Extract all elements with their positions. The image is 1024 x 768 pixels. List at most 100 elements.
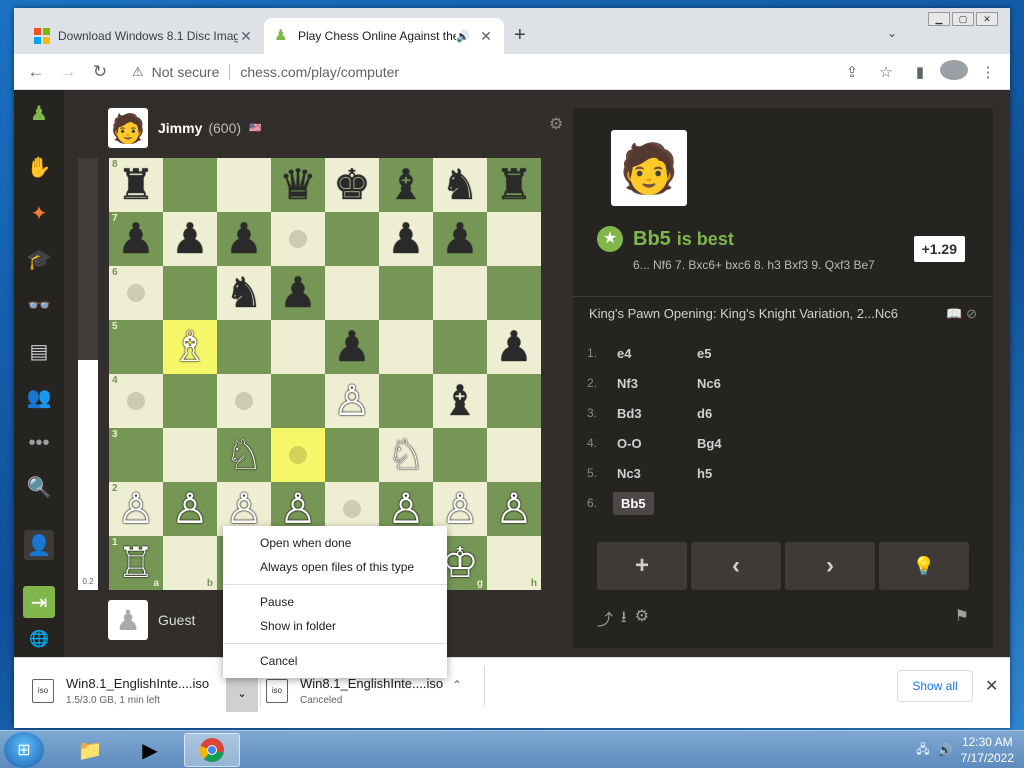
tab-chess[interactable]: ♟ Play Chess Online Against the 🔊 ✕	[264, 18, 504, 54]
board-square-d3[interactable]	[271, 428, 325, 482]
board-square-g5[interactable]	[433, 320, 487, 374]
player-name[interactable]: Jimmy	[158, 120, 202, 136]
board-square-a7[interactable]: ♟ 7	[109, 212, 163, 266]
watch-icon[interactable]: 👓	[26, 292, 52, 318]
chess-logo-icon[interactable]: ♟	[26, 100, 52, 126]
address-bar[interactable]: ⚠ Not secure chess.com/play/computer	[122, 58, 832, 86]
menu-item-cancel[interactable]: Cancel	[223, 649, 447, 673]
chess-piece[interactable]: ♝	[387, 164, 425, 206]
share-icon[interactable]: ⇪	[838, 63, 866, 81]
white-move[interactable]: Bb5	[613, 491, 654, 515]
board-square-b1[interactable]: b	[163, 536, 217, 590]
puzzles-icon[interactable]: ✦	[26, 200, 52, 226]
board-square-a5[interactable]: 5	[109, 320, 163, 374]
chess-piece[interactable]: ♙	[279, 488, 317, 530]
profile-avatar[interactable]	[940, 60, 968, 84]
chess-piece[interactable]: ♙	[495, 488, 533, 530]
more-icon[interactable]: •••	[26, 430, 52, 456]
board-square-a6[interactable]: 6	[109, 266, 163, 320]
avatar[interactable]: 🧑	[108, 108, 148, 148]
board-square-b5[interactable]: ♗	[163, 320, 217, 374]
board-square-h4[interactable]	[487, 374, 541, 428]
board-square-a1[interactable]: ♖ 1 a	[109, 536, 163, 590]
board-square-e7[interactable]	[325, 212, 379, 266]
previous-move-button[interactable]: ‹	[691, 542, 781, 590]
board-square-b7[interactable]: ♟	[163, 212, 217, 266]
chess-piece[interactable]: ♛	[279, 164, 317, 206]
board-square-c7[interactable]: ♟	[217, 212, 271, 266]
resign-flag-icon[interactable]: ⚑	[955, 606, 969, 626]
board-square-g4[interactable]: ♝	[433, 374, 487, 428]
close-icon[interactable]: ✕	[985, 676, 998, 696]
book-compass-icons[interactable]: 📖 ⊘	[946, 306, 977, 322]
reload-icon[interactable]: ↻	[84, 62, 116, 82]
board-square-d6[interactable]: ♟	[271, 266, 325, 320]
board-square-f4[interactable]	[379, 374, 433, 428]
board-square-b8[interactable]	[163, 158, 217, 212]
menu-item-pause[interactable]: Pause	[223, 590, 447, 614]
board-square-g8[interactable]: ♞	[433, 158, 487, 212]
chess-piece[interactable]: ♗	[171, 326, 209, 368]
menu-item-show-in-folder[interactable]: Show in folder	[223, 614, 447, 638]
board-square-f6[interactable]	[379, 266, 433, 320]
network-icon[interactable]: 🖧	[916, 740, 929, 761]
chess-piece[interactable]: ♜	[495, 164, 533, 206]
board-square-a2[interactable]: ♙ 2	[109, 482, 163, 536]
board-square-d8[interactable]: ♛	[271, 158, 325, 212]
signup-icon[interactable]: 👤	[24, 530, 54, 560]
url-text[interactable]: chess.com/play/computer	[240, 64, 399, 80]
chess-piece[interactable]: ♘	[225, 434, 263, 476]
board-square-e3[interactable]	[325, 428, 379, 482]
close-tab-icon[interactable]: ✕	[238, 28, 254, 45]
start-button[interactable]: ⊞	[4, 732, 44, 768]
board-square-h2[interactable]: ♙	[487, 482, 541, 536]
chess-piece[interactable]: ♟	[225, 218, 263, 260]
board-square-c5[interactable]	[217, 320, 271, 374]
gear-icon[interactable]: ⚙	[549, 114, 563, 134]
board-square-d7[interactable]	[271, 212, 325, 266]
board-square-d5[interactable]	[271, 320, 325, 374]
board-square-h6[interactable]	[487, 266, 541, 320]
board-square-b6[interactable]	[163, 266, 217, 320]
chess-piece[interactable]: ♞	[225, 272, 263, 314]
board-square-f5[interactable]	[379, 320, 433, 374]
news-icon[interactable]: ▤	[26, 338, 52, 364]
language-globe-icon[interactable]: 🌐	[26, 626, 52, 652]
board-square-a3[interactable]: 3	[109, 428, 163, 482]
gear-icon[interactable]: ⚙	[635, 606, 649, 633]
chess-piece[interactable]: ♙	[171, 488, 209, 530]
download-icon[interactable]: ⭳	[621, 606, 627, 633]
white-move[interactable]: Bd3	[613, 406, 693, 421]
board-square-h3[interactable]	[487, 428, 541, 482]
chevron-up-icon[interactable]: ⌃	[452, 678, 462, 692]
board-square-f3[interactable]: ♘	[379, 428, 433, 482]
menu-kebab-icon[interactable]: ⋮	[974, 63, 1002, 81]
chess-piece[interactable]: ♟	[441, 218, 479, 260]
board-square-h7[interactable]	[487, 212, 541, 266]
forward-icon[interactable]: →	[52, 62, 84, 82]
black-move[interactable]: e5	[693, 346, 773, 361]
black-move[interactable]: Bg4	[693, 436, 773, 451]
chess-piece[interactable]: ♙	[333, 380, 371, 422]
board-square-g6[interactable]	[433, 266, 487, 320]
menu-item-always-open[interactable]: Always open files of this type	[223, 555, 447, 579]
new-tab-button[interactable]: +	[514, 24, 526, 47]
board-square-h8[interactable]: ♜	[487, 158, 541, 212]
board-square-c6[interactable]: ♞	[217, 266, 271, 320]
chess-piece[interactable]: ♟	[333, 326, 371, 368]
new-game-button[interactable]: +	[597, 542, 687, 590]
menu-item-open-when-done[interactable]: Open when done	[223, 531, 447, 555]
chess-piece[interactable]: ♙	[387, 488, 425, 530]
board-square-e5[interactable]: ♟	[325, 320, 379, 374]
search-icon[interactable]: 🔍	[26, 474, 52, 500]
board-square-e6[interactable]	[325, 266, 379, 320]
board-square-e4[interactable]: ♙	[325, 374, 379, 428]
chess-piece[interactable]: ♙	[441, 488, 479, 530]
board-square-h5[interactable]: ♟	[487, 320, 541, 374]
tab-windows-download[interactable]: Download Windows 8.1 Disc Image ✕	[24, 18, 264, 54]
board-square-h1[interactable]: h	[487, 536, 541, 590]
play-icon[interactable]: ✋	[26, 154, 52, 180]
login-icon[interactable]: ⇥	[23, 586, 55, 618]
chess-piece[interactable]: ♝	[441, 380, 479, 422]
chrome-icon[interactable]	[184, 733, 240, 767]
